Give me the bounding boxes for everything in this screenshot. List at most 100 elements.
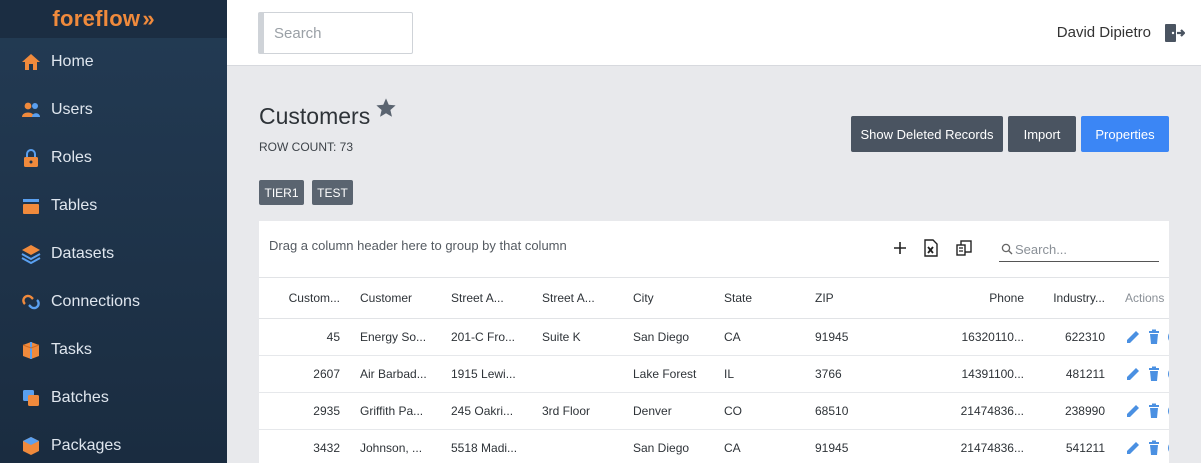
- row-actions: [1115, 392, 1169, 430]
- table-cell: Johnson, ...: [350, 429, 441, 463]
- table-cell: 21474836...: [896, 429, 1034, 463]
- delete-icon[interactable]: [1146, 403, 1162, 419]
- table-cell: 622310: [1034, 318, 1115, 356]
- table-cell: CA: [714, 429, 805, 463]
- logout-icon[interactable]: [1163, 22, 1185, 44]
- table-cell: [532, 429, 623, 463]
- global-search-input[interactable]: [258, 12, 413, 54]
- link-icon: [22, 294, 40, 310]
- user-name[interactable]: David Dipietro: [1057, 24, 1151, 41]
- home-icon: [22, 54, 40, 70]
- data-grid: Drag a column header here to group by th…: [259, 221, 1169, 463]
- table-cell: 1915 Lewi...: [441, 355, 532, 393]
- column-header[interactable]: State: [714, 278, 805, 319]
- table-cell: 201-C Fro...: [441, 318, 532, 356]
- grid-search-input[interactable]: [1015, 239, 1155, 260]
- table-cell: 245 Oakri...: [441, 392, 532, 430]
- sidebar-item-label: Tables: [51, 197, 98, 214]
- layers-icon: [21, 245, 41, 264]
- edit-icon[interactable]: [1125, 329, 1141, 345]
- sidebar-item-packages[interactable]: Packages: [0, 422, 227, 463]
- edit-icon[interactable]: [1125, 403, 1141, 419]
- sidebar-item-label: Packages: [51, 437, 122, 454]
- favorite-star-icon[interactable]: [375, 97, 397, 119]
- column-header[interactable]: Industry...: [1034, 278, 1115, 319]
- table-cell: San Diego: [623, 429, 714, 463]
- topbar: David Dipietro: [227, 0, 1201, 66]
- column-header[interactable]: Customer: [350, 278, 441, 319]
- delete-icon[interactable]: [1146, 440, 1162, 456]
- navigate-icon[interactable]: [1167, 440, 1169, 456]
- table-cell: Air Barbad...: [350, 355, 441, 393]
- sidebar-item-tasks[interactable]: Tasks: [0, 326, 227, 374]
- table-cell: 16320110...: [896, 318, 1034, 356]
- tables-icon: [23, 199, 39, 214]
- edit-icon[interactable]: [1125, 440, 1141, 456]
- tag-tier1[interactable]: TIER1: [259, 180, 304, 205]
- import-button[interactable]: Import: [1008, 116, 1076, 152]
- customers-table: Custom... Customer Street A... Street A... C…: [259, 278, 1169, 463]
- table-cell: San Diego: [623, 318, 714, 356]
- logo-text: foreflow: [52, 6, 141, 31]
- sidebar-item-home[interactable]: Home: [0, 38, 227, 86]
- sidebar-item-roles[interactable]: Roles: [0, 134, 227, 182]
- sidebar-item-connections[interactable]: Connections: [0, 278, 227, 326]
- table-row[interactable]: 3432 Johnson, ... 5518 Madi... San Diego CA 9…: [259, 429, 1169, 463]
- table-cell: IL: [714, 355, 805, 393]
- table-row[interactable]: 45 Energy So... 201-C Fro... Suite K San Die…: [259, 318, 1169, 356]
- box-icon: [22, 342, 40, 359]
- table-row[interactable]: 2607 Air Barbad... 1915 Lewi... Lake Forest…: [259, 355, 1169, 393]
- table-cell: 2935: [259, 392, 350, 430]
- table-row[interactable]: 2935 Griffith Pa... 245 Oakri... 3rd Floor D…: [259, 392, 1169, 430]
- navigate-icon[interactable]: [1167, 366, 1169, 382]
- table-cell: Suite K: [532, 318, 623, 356]
- table-cell: 3766: [805, 355, 896, 393]
- sidebar-item-label: Datasets: [51, 245, 115, 262]
- group-panel-hint[interactable]: Drag a column header here to group by th…: [269, 238, 567, 253]
- table-cell: 5518 Madi...: [441, 429, 532, 463]
- table-cell: [532, 355, 623, 393]
- page-title: Customers: [259, 103, 371, 129]
- delete-icon[interactable]: [1146, 329, 1162, 345]
- batches-icon: [23, 390, 39, 406]
- table-cell: 91945: [805, 318, 896, 356]
- export-excel-icon[interactable]: [922, 239, 940, 257]
- add-row-icon[interactable]: [891, 239, 909, 257]
- sidebar-item-batches[interactable]: Batches: [0, 374, 227, 422]
- sidebar: foreflow » Home Users Roles Tables Datasets C…: [0, 0, 227, 463]
- table-cell: 481211: [1034, 355, 1115, 393]
- row-actions: [1115, 429, 1169, 463]
- column-header[interactable]: ZIP: [805, 278, 896, 319]
- grid-search: [999, 239, 1159, 262]
- column-header[interactable]: Custom...: [259, 278, 350, 319]
- table-cell: CO: [714, 392, 805, 430]
- sidebar-item-datasets[interactable]: Datasets: [0, 230, 227, 278]
- properties-button[interactable]: Properties: [1081, 116, 1169, 152]
- column-header[interactable]: Street A...: [532, 278, 623, 319]
- column-header[interactable]: City: [623, 278, 714, 319]
- table-cell: 68510: [805, 392, 896, 430]
- table-cell: Griffith Pa...: [350, 392, 441, 430]
- row-count: ROW COUNT: 73: [259, 140, 354, 154]
- tag-test[interactable]: TEST: [312, 180, 353, 205]
- sidebar-item-label: Batches: [51, 389, 109, 406]
- delete-icon[interactable]: [1146, 366, 1162, 382]
- sidebar-item-users[interactable]: Users: [0, 86, 227, 134]
- column-header[interactable]: Phone: [896, 278, 1034, 319]
- column-chooser-icon[interactable]: [955, 239, 973, 257]
- column-header[interactable]: Street A...: [441, 278, 532, 319]
- show-deleted-records-button[interactable]: Show Deleted Records: [851, 116, 1003, 152]
- navigate-icon[interactable]: [1167, 403, 1169, 419]
- sidebar-item-tables[interactable]: Tables: [0, 182, 227, 230]
- edit-icon[interactable]: [1125, 366, 1141, 382]
- table-cell: 14391100...: [896, 355, 1034, 393]
- app-logo[interactable]: foreflow »: [0, 0, 227, 38]
- sidebar-item-label: Connections: [51, 293, 140, 310]
- navigate-icon[interactable]: [1167, 329, 1169, 345]
- column-header: Actions: [1115, 278, 1169, 319]
- table-cell: Denver: [623, 392, 714, 430]
- sidebar-item-label: Tasks: [51, 341, 92, 358]
- logo-chevron-icon: »: [142, 6, 155, 31]
- table-cell: 91945: [805, 429, 896, 463]
- row-actions: [1115, 318, 1169, 356]
